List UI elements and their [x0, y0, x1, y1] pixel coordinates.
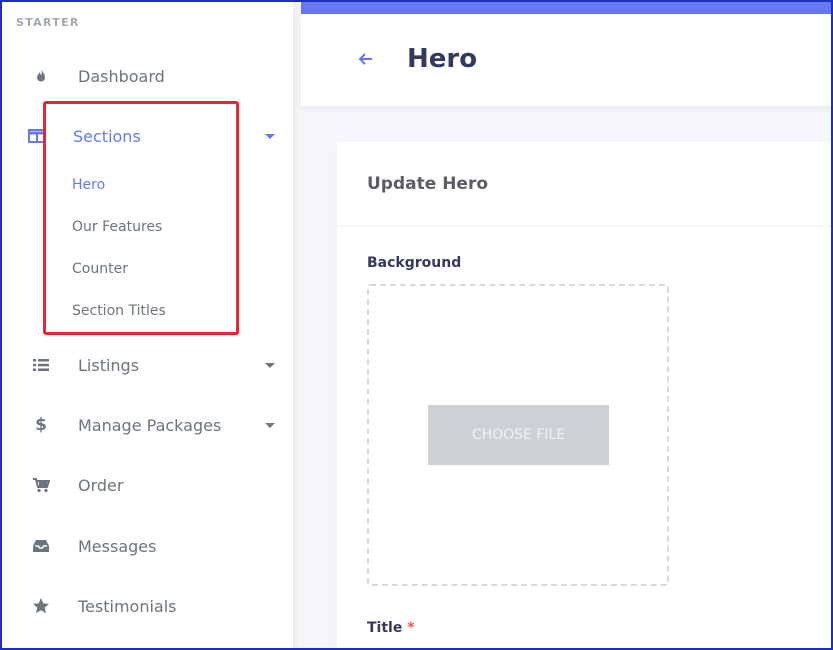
sidebar-item-label: Order	[78, 475, 124, 495]
sidebar-header: STARTER	[16, 16, 80, 29]
sidebar-item-label: Listings	[78, 355, 140, 375]
required-marker: *	[407, 620, 415, 636]
arrow-left-icon[interactable]	[357, 50, 373, 71]
cart-icon	[30, 474, 52, 496]
sidebar: STARTER Dashboard Sections Hero Our Feat…	[2, 2, 294, 648]
card-title: Update Hero	[367, 174, 489, 194]
sidebar-item-manage-packages[interactable]: $ Manage Packages	[2, 405, 294, 445]
background-label: Background	[367, 255, 462, 271]
sidebar-item-testimonials[interactable]: Testimonials	[2, 586, 294, 626]
inbox-icon	[30, 535, 52, 557]
submenu-item-section-titles[interactable]: Section Titles	[72, 303, 166, 319]
title-label-text: Title	[367, 620, 403, 636]
star-icon	[30, 595, 52, 617]
sidebar-item-label: Testimonials	[78, 596, 177, 616]
columns-icon	[26, 125, 48, 147]
sidebar-item-label: Manage Packages	[78, 415, 222, 435]
chevron-down-icon	[265, 422, 275, 428]
card-header: Update Hero	[337, 142, 831, 227]
submenu-item-our-features[interactable]: Our Features	[72, 219, 162, 235]
chevron-down-icon	[265, 362, 275, 368]
sidebar-item-label: Sections	[73, 126, 141, 146]
background-dropzone[interactable]: CHOOSE FILE	[367, 284, 669, 586]
app-window: STARTER Dashboard Sections Hero Our Feat…	[0, 0, 833, 650]
update-hero-card: Update Hero Background CHOOSE FILE Title…	[337, 142, 831, 648]
sidebar-item-listings[interactable]: Listings	[2, 345, 294, 385]
choose-file-button[interactable]: CHOOSE FILE	[428, 405, 609, 465]
page-header: Hero	[301, 14, 831, 106]
sidebar-item-sections[interactable]: Sections	[2, 116, 294, 156]
sidebar-item-dashboard[interactable]: Dashboard	[2, 56, 294, 96]
top-accent-bar	[301, 2, 831, 14]
fire-icon	[30, 65, 52, 87]
sidebar-item-label: Dashboard	[78, 66, 165, 86]
submenu-item-counter[interactable]: Counter	[72, 261, 128, 277]
sidebar-item-messages[interactable]: Messages	[2, 526, 294, 566]
list-icon	[30, 354, 52, 376]
page-title: Hero	[407, 44, 478, 74]
sidebar-item-label: Messages	[78, 536, 157, 556]
sidebar-item-order[interactable]: Order	[2, 465, 294, 505]
dollar-icon: $	[35, 415, 47, 435]
title-label: Title *	[367, 620, 415, 636]
submenu-item-hero[interactable]: Hero	[72, 177, 105, 193]
chevron-down-icon	[265, 133, 275, 139]
